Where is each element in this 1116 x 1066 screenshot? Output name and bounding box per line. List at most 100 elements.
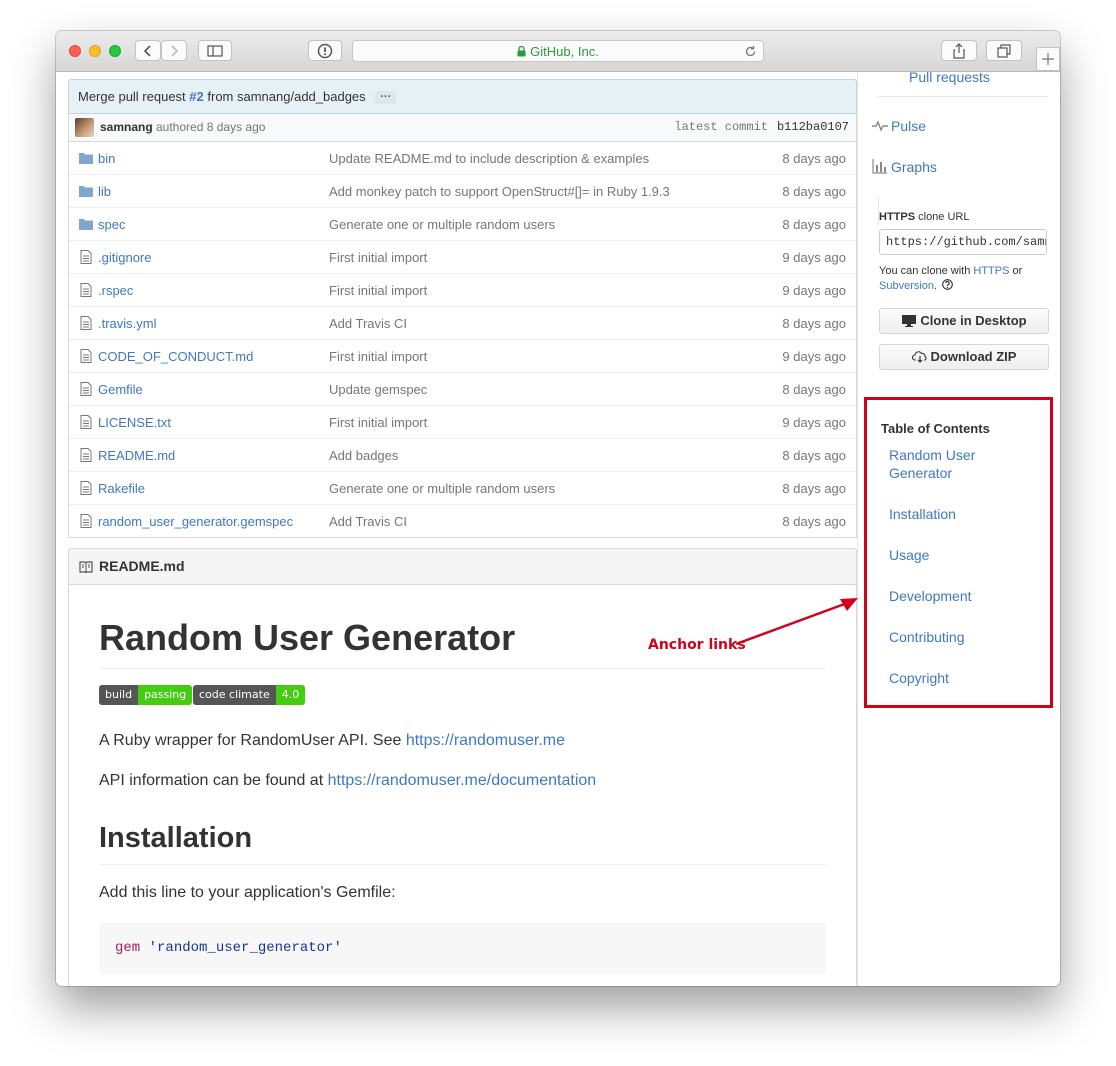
tabs-overview-button[interactable] [986, 40, 1022, 61]
info-icon [317, 43, 333, 59]
commit-sha[interactable]: b112ba0107 [777, 120, 849, 134]
readme-paragraph-wrapper: A Ruby wrapper for RandomUser API. See h… [99, 732, 565, 750]
randomuser-link[interactable]: https://randomuser.me [406, 732, 565, 749]
toc-link-random-user-generator[interactable]: Random User Generator [889, 446, 999, 482]
desktop-icon [902, 315, 917, 327]
file-name-link[interactable]: Gemfile [98, 382, 143, 397]
pull-requests-nav-item[interactable]: Pull requests [878, 72, 1048, 97]
address-bar[interactable]: GitHub, Inc. [352, 40, 764, 62]
file-commit-message[interactable]: Generate one or multiple random users [329, 217, 555, 232]
file-commit-message[interactable]: Add monkey patch to support OpenStruct#[… [329, 184, 670, 199]
back-button[interactable] [135, 40, 161, 61]
file-name-link[interactable]: .rspec [98, 283, 133, 298]
file-name-link[interactable]: CODE_OF_CONDUCT.md [98, 349, 253, 364]
clone-help-or: or [1012, 265, 1023, 277]
build-badge[interactable]: build passing [99, 685, 193, 705]
toc-link-contributing[interactable]: Contributing [889, 628, 999, 646]
toc-link-usage[interactable]: Usage [889, 546, 999, 564]
clone-url-input[interactable]: https://github.com/samnang/random_user_g… [879, 229, 1047, 255]
file-name-link[interactable]: .travis.yml [98, 316, 157, 331]
clone-help-end: . [934, 280, 938, 292]
browser-window: GitHub, Inc. Merge pull request #2 from … [56, 31, 1060, 986]
file-name-link[interactable]: .gitignore [98, 250, 151, 265]
reload-icon[interactable] [744, 45, 757, 58]
file-commit-message[interactable]: Add badges [329, 448, 398, 463]
forward-button[interactable] [161, 40, 187, 61]
question-icon[interactable] [942, 279, 954, 290]
commit-author[interactable]: samnang [100, 120, 153, 134]
address-text: GitHub, Inc. [530, 44, 599, 59]
toc-link-copyright[interactable]: Copyright [889, 669, 999, 687]
lock-icon [517, 45, 526, 57]
file-name-link[interactable]: README.md [98, 448, 175, 463]
code-climate-badge[interactable]: code climate 4.0 [193, 685, 306, 705]
file-commit-message[interactable]: Add Travis CI [329, 316, 407, 331]
file-row: .gitignore First initial import 9 days ago [69, 240, 856, 273]
build-badge-right: passing [138, 685, 193, 705]
avatar[interactable] [75, 118, 94, 137]
folder-icon [79, 219, 93, 230]
close-window-button[interactable] [69, 45, 81, 57]
file-age: 8 days ago [782, 448, 846, 463]
minimize-window-button[interactable] [89, 45, 101, 57]
title-divider [99, 668, 826, 669]
share-button[interactable] [941, 40, 977, 61]
code-string: 'random_user_generator' [148, 940, 342, 956]
file-name-link[interactable]: lib [98, 184, 111, 199]
documentation-link[interactable]: https://randomuser.me/documentation [328, 772, 597, 789]
reader-button[interactable] [308, 40, 342, 61]
build-badge-left: build [99, 685, 139, 705]
download-zip-label: Download ZIP [930, 349, 1017, 364]
file-icon [80, 448, 92, 462]
sidebar-toggle-button[interactable] [198, 40, 232, 61]
file-name-link[interactable]: LICENSE.txt [98, 415, 171, 430]
file-row: CODE_OF_CONDUCT.md First initial import 9 … [69, 339, 856, 372]
file-list: bin Update README.md to include descripti… [68, 142, 857, 538]
clone-help-prefix: You can clone with [879, 265, 971, 277]
new-tab-button[interactable] [1036, 47, 1060, 71]
expand-commit-button[interactable]: ··· [375, 91, 397, 105]
pull-request-link[interactable]: #2 [189, 89, 203, 104]
code-climate-badge-left: code climate [193, 685, 276, 705]
file-icon [80, 514, 92, 528]
file-commit-message[interactable]: Update README.md to include description … [329, 151, 649, 166]
chevron-left-icon [143, 45, 151, 57]
graphs-label: Graphs [891, 159, 937, 175]
file-age: 9 days ago [782, 283, 846, 298]
file-name-link[interactable]: random_user_generator.gemspec [98, 514, 293, 529]
file-row: README.md Add badges 8 days ago [69, 438, 856, 471]
file-age: 8 days ago [782, 514, 846, 529]
graphs-nav-item[interactable]: Graphs [872, 155, 1048, 183]
file-icon [80, 481, 92, 495]
file-commit-message[interactable]: First initial import [329, 415, 427, 430]
clone-url-label-bold: HTTPS [879, 211, 916, 223]
file-icon [80, 316, 92, 330]
file-row: Rakefile Generate one or multiple random … [69, 471, 856, 504]
clone-in-desktop-button[interactable]: Clone in Desktop [879, 308, 1049, 334]
file-commit-message[interactable]: First initial import [329, 250, 427, 265]
download-zip-button[interactable]: Download ZIP [879, 344, 1049, 370]
table-of-contents: Table of Contents Random User Generator … [864, 397, 1053, 708]
file-commit-message[interactable]: Generate one or multiple random users [329, 481, 555, 496]
clone-https-link[interactable]: HTTPS [973, 265, 1009, 277]
plus-icon [1042, 53, 1054, 65]
toc-link-installation[interactable]: Installation [889, 505, 999, 523]
clone-help-text: You can clone with HTTPS or Subversion. [879, 264, 1054, 294]
file-name-link[interactable]: spec [98, 217, 125, 232]
toc-link-development[interactable]: Development [889, 587, 999, 605]
pulse-nav-item[interactable]: Pulse [872, 114, 1048, 142]
file-name-link[interactable]: Rakefile [98, 481, 145, 496]
zoom-window-button[interactable] [109, 45, 121, 57]
pulse-icon [872, 120, 888, 132]
cloud-download-icon [911, 351, 927, 363]
sidebar-icon [207, 45, 223, 57]
file-commit-message[interactable]: First initial import [329, 349, 427, 364]
tabs-icon [997, 44, 1011, 58]
file-commit-message[interactable]: Update gemspec [329, 382, 427, 397]
file-name-link[interactable]: bin [98, 151, 115, 166]
file-commit-message[interactable]: First initial import [329, 283, 427, 298]
graph-icon [872, 159, 887, 174]
folder-icon [79, 153, 93, 164]
clone-subversion-link[interactable]: Subversion [879, 280, 934, 292]
file-commit-message[interactable]: Add Travis CI [329, 514, 407, 529]
